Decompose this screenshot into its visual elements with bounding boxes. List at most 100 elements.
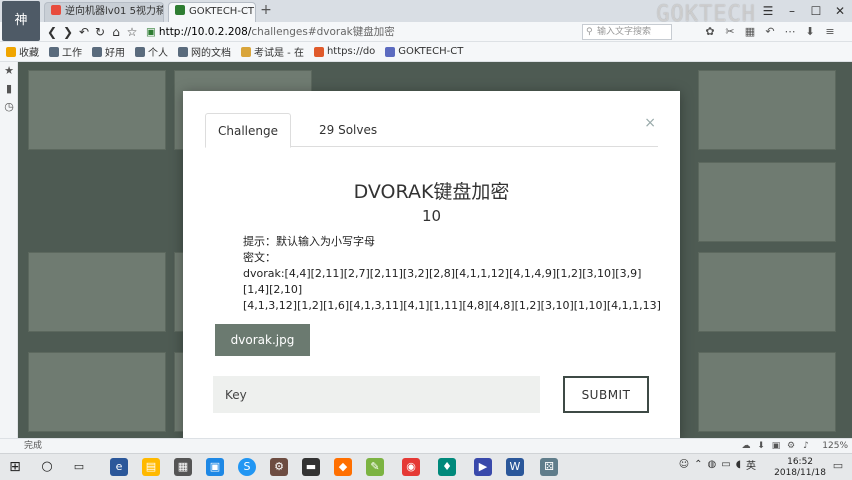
- bookmark-item[interactable]: 个人: [135, 44, 168, 59]
- tab-active[interactable]: GOKTECH-CTF: [168, 2, 256, 22]
- ime-indicator[interactable]: 英: [746, 457, 756, 472]
- folder-icon: [92, 46, 102, 57]
- bookmark-item[interactable]: GOKTECH-CT: [385, 46, 463, 57]
- volume-icon[interactable]: ◖: [736, 459, 741, 470]
- app-icon[interactable]: ◆: [334, 458, 352, 476]
- close-window-icon[interactable]: ✕: [828, 0, 852, 22]
- tab-solves[interactable]: 29 Solves: [307, 113, 389, 148]
- app-icon[interactable]: ◉: [402, 458, 420, 476]
- url-field[interactable]: ▣ http://10.0.2.208/challenges#dvorak键盘加密: [146, 24, 566, 40]
- user-avatar[interactable]: 神: [2, 1, 40, 41]
- reload-icon[interactable]: ↻: [92, 24, 108, 40]
- word-icon[interactable]: W: [506, 458, 524, 476]
- challenge-card[interactable]: [698, 352, 836, 432]
- app-icon[interactable]: ⚄: [540, 458, 558, 476]
- back-icon[interactable]: ❮: [44, 24, 60, 40]
- status-bar: 完成 ☁ ⬇ ▣ ⚙ ♪ 125%: [0, 438, 852, 453]
- bookmark-item[interactable]: 网的文档: [178, 44, 231, 59]
- clock-date: 2018/11/18: [774, 468, 826, 478]
- windows-start-icon[interactable]: ⊞: [6, 458, 24, 476]
- browser-icon[interactable]: S: [238, 458, 256, 476]
- cipher-label: 密文：: [243, 251, 276, 264]
- submit-button[interactable]: SUBMIT: [563, 376, 649, 413]
- window-menu-icon[interactable]: ☰: [756, 0, 780, 22]
- app-icon[interactable]: ▣: [206, 458, 224, 476]
- speaker-icon[interactable]: ♪: [800, 439, 812, 453]
- app-tray-icon[interactable]: ◍: [708, 459, 717, 470]
- browser-titlebar: 神 逆向机器lv01 5视力稿] GOKTECH-CTF + GOKTECH ☰…: [0, 0, 852, 41]
- folder-icon: [178, 46, 188, 57]
- reading-icon[interactable]: ▮: [0, 80, 18, 98]
- app-icon[interactable]: ▶: [474, 458, 492, 476]
- cipher-line-1: dvorak:[4,4][2,11][2,7][2,11][3,2][2,8][…: [243, 267, 642, 280]
- settings-icon[interactable]: ⚙: [785, 439, 797, 453]
- system-clock[interactable]: 16:52 2018/11/18: [774, 457, 826, 479]
- task-view-icon[interactable]: ▭: [70, 458, 88, 476]
- notification-icon[interactable]: ▭: [830, 459, 846, 475]
- challenge-card[interactable]: [28, 352, 166, 432]
- challenge-modal: Challenge 29 Solves × DVORAK键盘加密 10 提示：默…: [183, 91, 680, 438]
- cloud-icon[interactable]: ☁: [740, 439, 752, 453]
- tab-challenge[interactable]: Challenge: [205, 113, 291, 148]
- network-icon[interactable]: ▭: [721, 459, 730, 470]
- maximize-icon[interactable]: ☐: [804, 0, 828, 22]
- bookmark-item[interactable]: 工作: [49, 44, 82, 59]
- app-icon[interactable]: ▦: [174, 458, 192, 476]
- challenge-card[interactable]: [698, 70, 836, 150]
- challenge-value: 10: [421, 207, 442, 225]
- app-icon[interactable]: e: [110, 458, 128, 476]
- chevron-up-icon[interactable]: ⌃: [694, 459, 702, 470]
- challenge-card[interactable]: [28, 70, 166, 150]
- page-icon: [241, 46, 251, 57]
- download-icon[interactable]: ⬇: [755, 439, 767, 453]
- challenge-title: DVORAK键盘加密: [353, 181, 510, 203]
- cipher-line-3: [4,1,3,12][1,2][1,6][4,1,3,11][4,1][1,11…: [243, 299, 661, 312]
- hint-text: 提示：默认输入为小写字母: [243, 235, 375, 248]
- status-text: 完成: [24, 441, 43, 451]
- app-icon[interactable]: ♦: [438, 458, 456, 476]
- extension-icon[interactable]: ✿: [702, 24, 718, 40]
- folder-icon[interactable]: ▤: [142, 458, 160, 476]
- search-input[interactable]: 输入文字搜索: [582, 24, 672, 40]
- folder-icon: [49, 46, 59, 57]
- challenge-card[interactable]: [28, 252, 166, 332]
- new-tab-button[interactable]: +: [258, 3, 274, 19]
- history-icon[interactable]: ◷: [0, 98, 18, 116]
- forward-icon[interactable]: ❯: [60, 24, 76, 40]
- app-icon[interactable]: ⚙: [270, 458, 288, 476]
- favorites-icon[interactable]: ★: [0, 62, 18, 80]
- file-download-button[interactable]: dvorak.jpg: [215, 324, 310, 356]
- user-icon[interactable]: ☺: [679, 459, 689, 470]
- close-icon[interactable]: ×: [644, 115, 656, 131]
- bookmark-item[interactable]: 收藏: [6, 44, 39, 59]
- bookmark-item[interactable]: 考试是 - 在: [241, 44, 304, 59]
- bookmark-item[interactable]: 好用: [92, 44, 125, 59]
- home-icon[interactable]: ⌂: [108, 24, 124, 40]
- bookmark-item[interactable]: https://do: [313, 46, 375, 57]
- undo-arrow-icon[interactable]: ↶: [762, 24, 778, 40]
- terminal-icon[interactable]: ▬: [302, 458, 320, 476]
- zoom-level[interactable]: 125%: [822, 439, 848, 453]
- minimize-icon[interactable]: –: [780, 0, 804, 22]
- address-bar: ❮ ❯ ↶ ↻ ⌂ ☆ ▣ http://10.0.2.208/challenge…: [0, 22, 852, 42]
- download-icon[interactable]: ⬇: [802, 24, 818, 40]
- challenge-card[interactable]: [698, 252, 836, 332]
- more-icon[interactable]: ⋯: [782, 24, 798, 40]
- scissors-icon[interactable]: ✂: [722, 24, 738, 40]
- tab-inactive[interactable]: 逆向机器lv01 5视力稿]: [44, 2, 164, 22]
- modal-tabs: Challenge 29 Solves: [205, 113, 658, 148]
- menu-icon[interactable]: ≡: [822, 24, 838, 40]
- key-input[interactable]: [213, 376, 540, 413]
- page-icon: ▣: [146, 26, 156, 38]
- bookmarks-bar: 收藏 工作 好用 个人 网的文档 考试是 - 在 https://do GOKT…: [0, 42, 852, 62]
- star-icon[interactable]: ☆: [124, 24, 140, 40]
- page-icon: [313, 46, 324, 57]
- image-icon[interactable]: ▣: [770, 439, 782, 453]
- challenge-card[interactable]: [698, 162, 836, 242]
- search-icon[interactable]: ○: [38, 458, 56, 476]
- undo-icon[interactable]: ↶: [76, 24, 92, 40]
- grid-icon[interactable]: ▦: [742, 24, 758, 40]
- app-icon[interactable]: ✎: [366, 458, 384, 476]
- folder-icon: [135, 46, 145, 57]
- tab-favicon-icon: [175, 5, 185, 15]
